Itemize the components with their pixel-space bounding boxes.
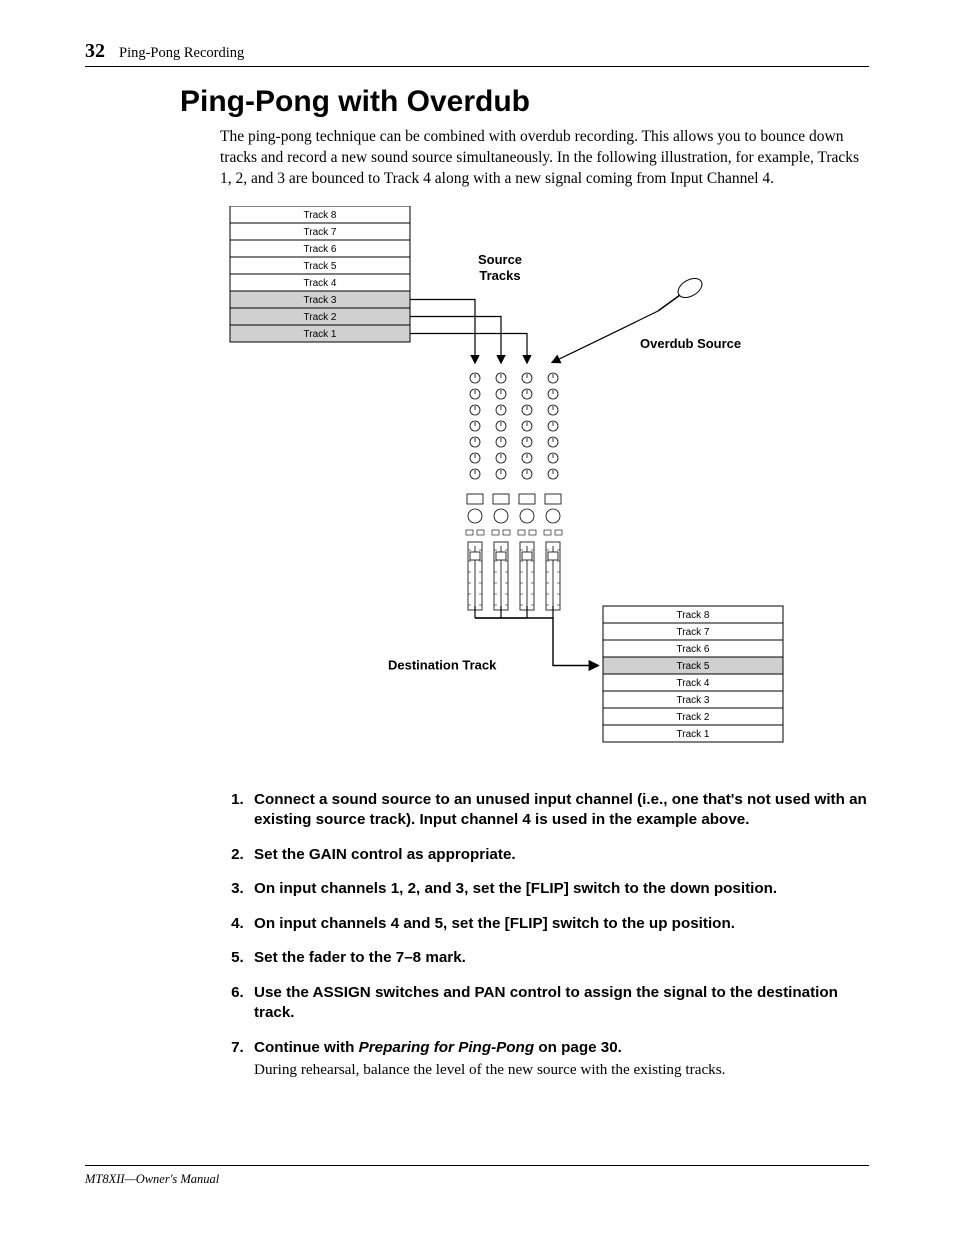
step-item: On input channels 1, 2, and 3, set the [… [248, 879, 869, 900]
step-item: On input channels 4 and 5, set the [FLIP… [248, 914, 869, 935]
section-heading: Ping-Pong with Overdub [180, 85, 869, 119]
page-footer: MT8XII—Owner's Manual [85, 1165, 869, 1187]
svg-text:Track 8: Track 8 [677, 610, 710, 621]
svg-text:Track 4: Track 4 [677, 678, 710, 689]
svg-text:Track 1: Track 1 [304, 329, 337, 340]
step-item: Set the GAIN control as appropriate. [248, 845, 869, 866]
svg-text:Track 7: Track 7 [677, 627, 710, 638]
svg-text:Track 8: Track 8 [304, 210, 337, 221]
svg-text:Track 5: Track 5 [304, 261, 337, 272]
svg-text:Overdub Source: Overdub Source [640, 336, 741, 351]
svg-text:Source: Source [478, 252, 522, 267]
svg-text:Track 2: Track 2 [677, 712, 710, 723]
ping-pong-overdub-diagram: Track 8 Track 7 Track 6 Track 5 Track 4 Track… [220, 206, 869, 766]
page-number: 32 [85, 40, 105, 63]
svg-text:Track 3: Track 3 [677, 695, 710, 706]
svg-text:Track 5: Track 5 [677, 661, 710, 672]
steps-list: Connect a sound source to an unused inpu… [220, 790, 869, 1081]
svg-text:Track 4: Track 4 [304, 278, 337, 289]
svg-text:Track 1: Track 1 [677, 729, 710, 740]
svg-text:Track 3: Track 3 [304, 295, 337, 306]
footer-text: MT8XII—Owner's Manual [85, 1165, 869, 1187]
step-item: Set the fader to the 7–8 mark. [248, 948, 869, 969]
svg-text:Track 6: Track 6 [304, 244, 337, 255]
step-item: Continue with Preparing for Ping-Pong on… [248, 1038, 869, 1081]
chapter-title: Ping-Pong Recording [119, 45, 244, 62]
svg-text:Track 2: Track 2 [304, 312, 337, 323]
svg-text:Track 7: Track 7 [304, 227, 337, 238]
svg-text:Tracks: Tracks [479, 268, 520, 283]
svg-text:Destination Track: Destination Track [388, 657, 497, 672]
step-note: During rehearsal, balance the level of t… [254, 1060, 869, 1081]
step-item: Connect a sound source to an unused inpu… [248, 790, 869, 831]
cross-reference: Preparing for Ping-Pong [359, 1039, 535, 1056]
running-header: 32 Ping-Pong Recording [85, 40, 869, 67]
svg-text:Track 6: Track 6 [677, 644, 710, 655]
intro-paragraph: The ping-pong technique can be combined … [220, 127, 869, 190]
step-item: Use the ASSIGN switches and PAN control … [248, 983, 869, 1024]
